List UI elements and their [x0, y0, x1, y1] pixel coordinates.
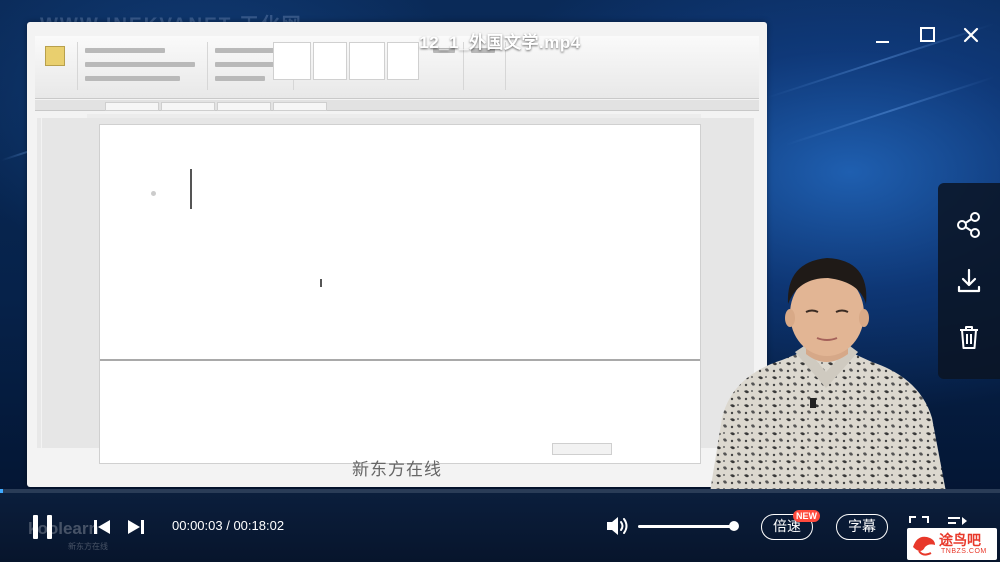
pause-icon	[33, 515, 38, 539]
close-button[interactable]	[956, 20, 986, 50]
minimize-button[interactable]	[867, 20, 897, 50]
brand-caption: 新东方在线	[352, 460, 442, 479]
player-controls: koolearn 新东方在线 00:00:03 / 00:18:02 倍速 NE…	[0, 493, 1000, 562]
time-separator: /	[222, 518, 234, 533]
maximize-icon	[919, 26, 935, 42]
volume-slider[interactable]	[638, 525, 736, 528]
koolearn-watermark-sub: 新东方在线	[68, 542, 108, 551]
total-time: 00:18:02	[233, 518, 285, 533]
video-title: 12_1_外国文学.mp4	[419, 33, 581, 52]
playlist-icon	[948, 517, 967, 525]
document-tabs	[35, 100, 759, 111]
bird-logo-icon	[913, 536, 935, 556]
volume-icon	[607, 517, 628, 535]
site-logo: 途鸟吧 TNBZS.COM	[907, 528, 997, 560]
page-break-line	[100, 359, 700, 361]
skip-next-icon	[128, 520, 144, 534]
vertical-ruler	[37, 118, 41, 448]
document-tab	[161, 102, 215, 111]
video-frame[interactable]: WWW.INEKVANET 天化网	[0, 0, 1000, 492]
side-action-panel	[938, 183, 1000, 379]
download-button[interactable]	[953, 265, 985, 297]
site-logo-domain: TNBZS.COM	[941, 548, 987, 555]
download-icon	[957, 268, 981, 293]
skip-previous-icon	[94, 520, 110, 534]
volume-knob[interactable]	[729, 521, 739, 531]
site-logo-name: 途鸟吧	[939, 532, 981, 548]
previous-button[interactable]	[92, 517, 112, 542]
delete-button[interactable]	[953, 321, 985, 353]
input-method-widget	[552, 443, 612, 455]
presenter	[710, 258, 946, 492]
share-icon	[957, 212, 980, 238]
text-cursor	[190, 169, 192, 209]
share-button[interactable]	[953, 209, 985, 241]
new-badge: NEW	[793, 510, 820, 522]
document-tab	[105, 102, 159, 111]
volume-button[interactable]	[605, 514, 631, 543]
close-icon	[963, 27, 979, 43]
document-tab	[217, 102, 271, 111]
time-display: 00:00:03 / 00:18:02	[172, 518, 284, 533]
document-page	[99, 124, 701, 464]
fullscreen-icon	[909, 516, 929, 523]
bg-streak	[785, 76, 995, 146]
screen-capture-panel: 新东方在线	[27, 22, 767, 487]
pause-button[interactable]	[32, 515, 54, 539]
document-tab	[273, 102, 327, 111]
mouse-ibeam	[320, 279, 322, 287]
next-button[interactable]	[126, 517, 146, 542]
subtitle-button[interactable]: 字幕	[836, 514, 888, 540]
trash-icon	[960, 326, 978, 349]
current-time: 00:00:03	[172, 518, 223, 533]
document-area	[42, 118, 754, 464]
minimize-icon	[875, 40, 889, 43]
maximize-button[interactable]	[912, 20, 942, 50]
